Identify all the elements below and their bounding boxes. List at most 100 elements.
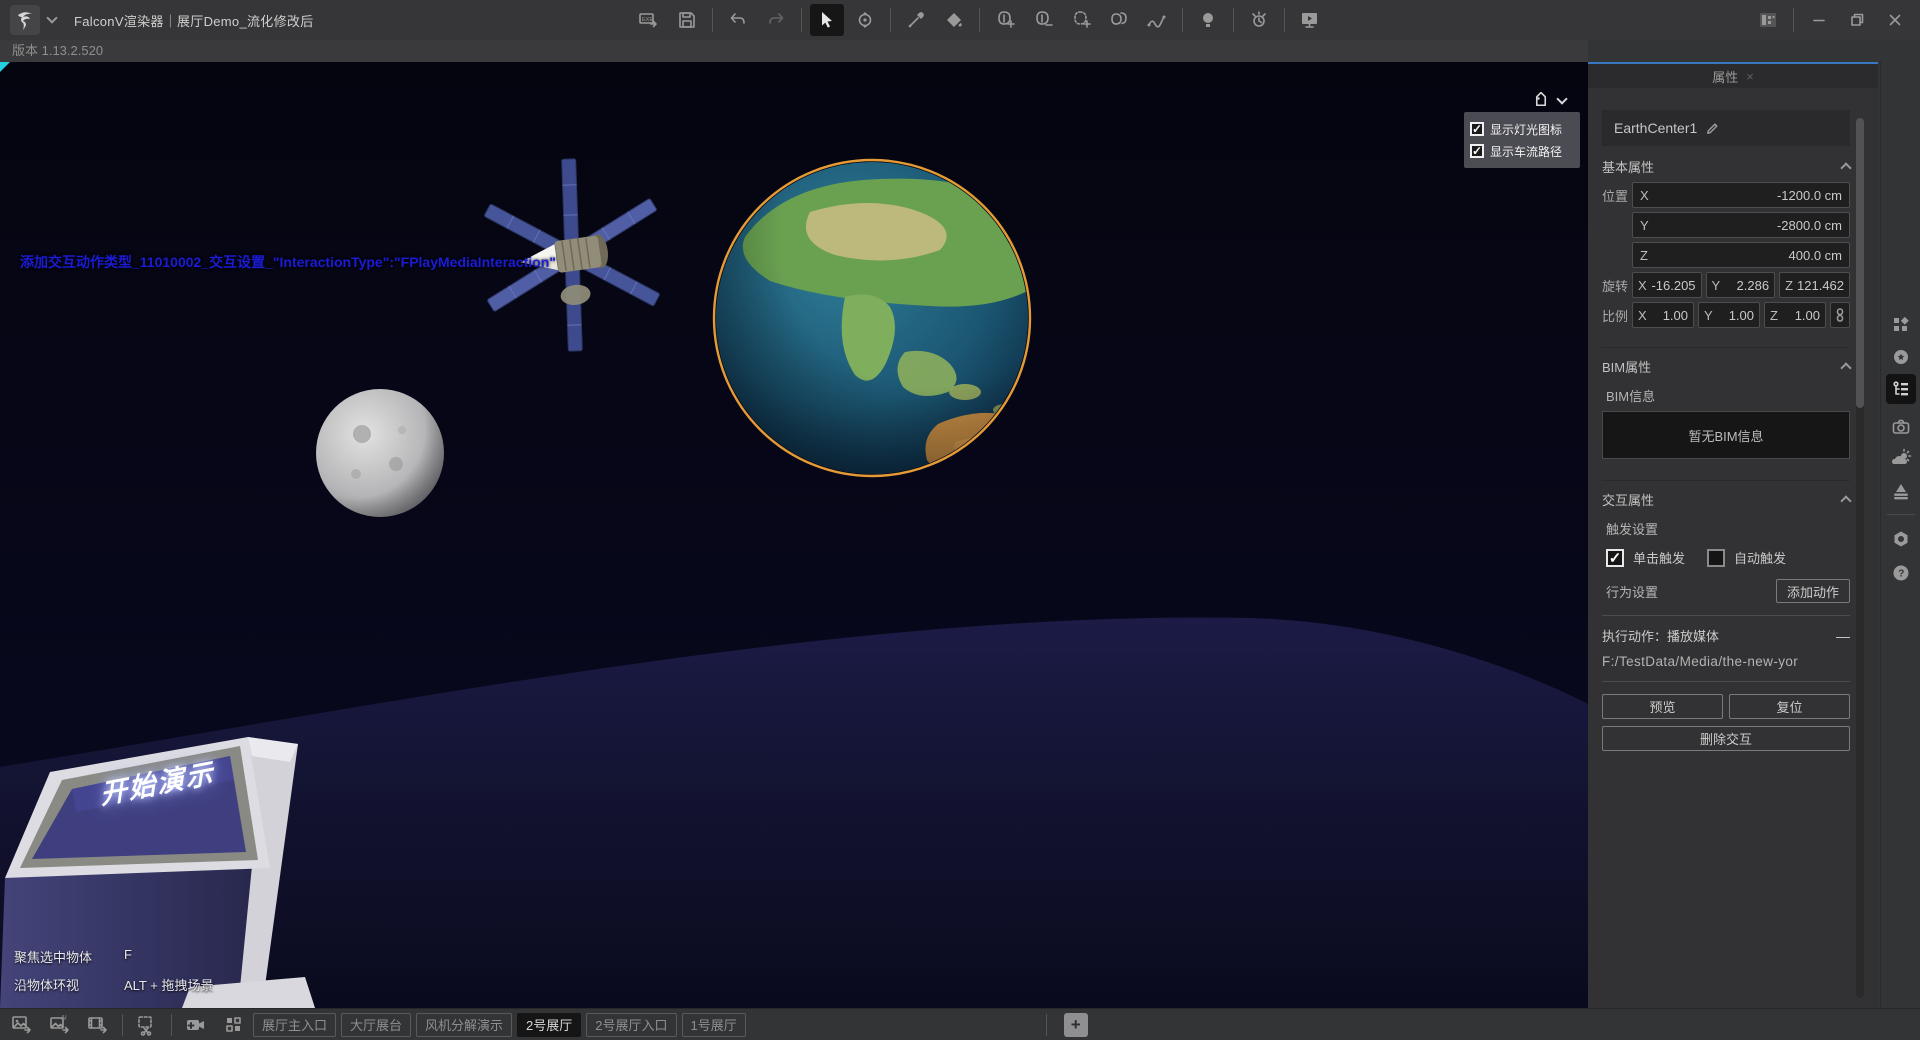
add-camera-button[interactable] bbox=[180, 1011, 212, 1039]
rotation-x-field[interactable]: X-16.205 bbox=[1632, 272, 1702, 298]
media-path-text: F:/TestData/Media/the-new-yor bbox=[1602, 654, 1850, 669]
foliage-select-add-button[interactable] bbox=[1064, 4, 1098, 36]
axis-value: -2800.0 cm bbox=[1653, 218, 1842, 233]
tab-label: 属性 bbox=[1712, 67, 1738, 86]
scrollbar-thumb[interactable] bbox=[1856, 118, 1864, 408]
view-blocks-button[interactable] bbox=[218, 1011, 250, 1039]
position-z-field[interactable]: Z 400.0 cm bbox=[1632, 242, 1850, 268]
chevron-down-icon bbox=[1556, 93, 1567, 104]
rotation-z-field[interactable]: Z121.462 bbox=[1779, 272, 1850, 298]
toolbar-divider bbox=[712, 8, 713, 32]
collapse-icon[interactable] bbox=[1840, 362, 1851, 373]
position-y-field[interactable]: Y -2800.0 cm bbox=[1632, 212, 1850, 238]
section-bim-header[interactable]: BIM属性 bbox=[1602, 354, 1850, 378]
crop-capture-button[interactable] bbox=[131, 1011, 163, 1039]
orbit-tool-button[interactable] bbox=[848, 4, 882, 36]
settings-button[interactable] bbox=[1886, 524, 1916, 554]
view-tab-hall2-entrance[interactable]: 2号展厅入口 bbox=[586, 1013, 676, 1037]
remove-action-icon[interactable]: — bbox=[1836, 628, 1850, 644]
save-button[interactable] bbox=[670, 4, 704, 36]
foliage-paint-button[interactable] bbox=[1102, 4, 1136, 36]
panel-scrollbar[interactable] bbox=[1856, 118, 1864, 998]
eyedropper-tool-button[interactable] bbox=[899, 4, 933, 36]
toolbar-divider bbox=[171, 1014, 172, 1036]
export-image-button[interactable] bbox=[6, 1011, 38, 1039]
export-image-ai-button[interactable]: AI bbox=[44, 1011, 76, 1039]
axis-label: Y bbox=[1640, 218, 1649, 233]
select-tool-button[interactable] bbox=[810, 4, 844, 36]
trigger-settings-label: 触发设置 bbox=[1606, 519, 1850, 538]
close-icon[interactable]: × bbox=[1746, 69, 1754, 84]
redo-button[interactable] bbox=[759, 4, 793, 36]
help-button[interactable]: ? bbox=[1886, 558, 1916, 588]
scale-label: 比例 bbox=[1602, 306, 1632, 325]
time-of-day-button[interactable] bbox=[1242, 4, 1276, 36]
checkbox-checked-icon[interactable]: ✓ bbox=[1470, 144, 1484, 158]
minimize-button[interactable] bbox=[1802, 4, 1836, 36]
toolbar-divider bbox=[1046, 1014, 1047, 1036]
viewport-display-menu[interactable] bbox=[1532, 92, 1566, 110]
foliage-remove-button[interactable] bbox=[1026, 4, 1060, 36]
terrain-button[interactable] bbox=[1886, 476, 1916, 506]
strip-divider bbox=[1887, 514, 1915, 515]
paint-bucket-tool-button[interactable] bbox=[937, 4, 971, 36]
earth-object[interactable] bbox=[714, 160, 1055, 489]
screenshot-camera-button[interactable] bbox=[1886, 412, 1916, 442]
export-video-button[interactable] bbox=[82, 1011, 114, 1039]
scale-y-field[interactable]: Y1.00 bbox=[1698, 302, 1760, 328]
rotation-y-field[interactable]: Y2.286 bbox=[1706, 272, 1776, 298]
scale-row: 比例 X1.00 Y1.00 Z1.00 bbox=[1602, 302, 1850, 328]
scale-z-field[interactable]: Z1.00 bbox=[1764, 302, 1826, 328]
position-x-field[interactable]: X -1200.0 cm bbox=[1632, 182, 1850, 208]
weather-button[interactable] bbox=[1886, 444, 1916, 474]
light-tool-button[interactable] bbox=[1191, 4, 1225, 36]
view-tab-hall2[interactable]: 2号展厅 bbox=[517, 1013, 581, 1037]
scale-link-toggle[interactable] bbox=[1830, 302, 1850, 328]
section-basic-header[interactable]: 基本属性 bbox=[1602, 154, 1850, 178]
outliner-button[interactable] bbox=[1886, 374, 1916, 404]
view-tab-lobby-stage[interactable]: 大厅展台 bbox=[341, 1013, 411, 1037]
restore-button[interactable] bbox=[1840, 4, 1874, 36]
show-light-icons-option[interactable]: ✓ 显示灯光图标 bbox=[1470, 118, 1574, 140]
toolbar-divider bbox=[979, 8, 980, 32]
foliage-add-button[interactable] bbox=[988, 4, 1022, 36]
toolbar-divider bbox=[1284, 8, 1285, 32]
object-name-row: EarthCenter1 bbox=[1602, 110, 1850, 146]
delete-interaction-button[interactable]: 删除交互 bbox=[1602, 726, 1850, 751]
add-action-button[interactable]: 添加动作 bbox=[1776, 579, 1850, 603]
environment-sphere-button[interactable] bbox=[1886, 342, 1916, 372]
assets-library-button[interactable] bbox=[1886, 310, 1916, 340]
path-tool-button[interactable] bbox=[1140, 4, 1174, 36]
action-row: 执行动作：播放媒体 — bbox=[1602, 626, 1850, 645]
toolbar-divider bbox=[801, 8, 802, 32]
action-label: 执行动作：播放媒体 bbox=[1602, 626, 1719, 645]
section-interaction-header[interactable]: 交互属性 bbox=[1602, 487, 1850, 511]
view-tab-turbine-demo[interactable]: 风机分解演示 bbox=[416, 1013, 512, 1037]
hint-row: 聚焦选中物体 F bbox=[14, 947, 213, 966]
presentation-button[interactable] bbox=[1293, 4, 1327, 36]
scale-x-field[interactable]: X1.00 bbox=[1632, 302, 1694, 328]
toolbar-divider bbox=[1793, 8, 1794, 32]
collapse-icon[interactable] bbox=[1840, 162, 1851, 173]
app-menu[interactable] bbox=[10, 5, 56, 35]
position-row-y: Y -2800.0 cm bbox=[1602, 212, 1850, 238]
auto-trigger-checkbox[interactable] bbox=[1707, 549, 1725, 567]
close-button[interactable] bbox=[1878, 4, 1912, 36]
undo-button[interactable] bbox=[721, 4, 755, 36]
layout-panels-button[interactable] bbox=[1751, 4, 1785, 36]
view-tab-hall-entrance[interactable]: 展厅主入口 bbox=[253, 1013, 336, 1037]
click-trigger-checkbox[interactable]: ✓ bbox=[1606, 549, 1624, 567]
export-exe-button[interactable]: EXE bbox=[632, 4, 666, 36]
reset-button[interactable]: 复位 bbox=[1729, 694, 1850, 719]
add-view-button[interactable]: + bbox=[1064, 1013, 1088, 1037]
preview-button[interactable]: 预览 bbox=[1602, 694, 1723, 719]
view-tab-hall1[interactable]: 1号展厅 bbox=[682, 1013, 746, 1037]
pencil-edit-icon[interactable] bbox=[1705, 121, 1720, 136]
option-label: 显示灯光图标 bbox=[1490, 121, 1562, 138]
checkbox-checked-icon[interactable]: ✓ bbox=[1470, 122, 1484, 136]
properties-tab[interactable]: 属性 × bbox=[1588, 62, 1878, 88]
collapse-icon[interactable] bbox=[1840, 495, 1851, 506]
moon-object[interactable] bbox=[316, 389, 444, 517]
show-traffic-paths-option[interactable]: ✓ 显示车流路径 bbox=[1470, 140, 1574, 162]
viewport-3d[interactable]: 添加交互动作类型_11010002_交互设置_"InteractionType"… bbox=[0, 62, 1588, 1008]
